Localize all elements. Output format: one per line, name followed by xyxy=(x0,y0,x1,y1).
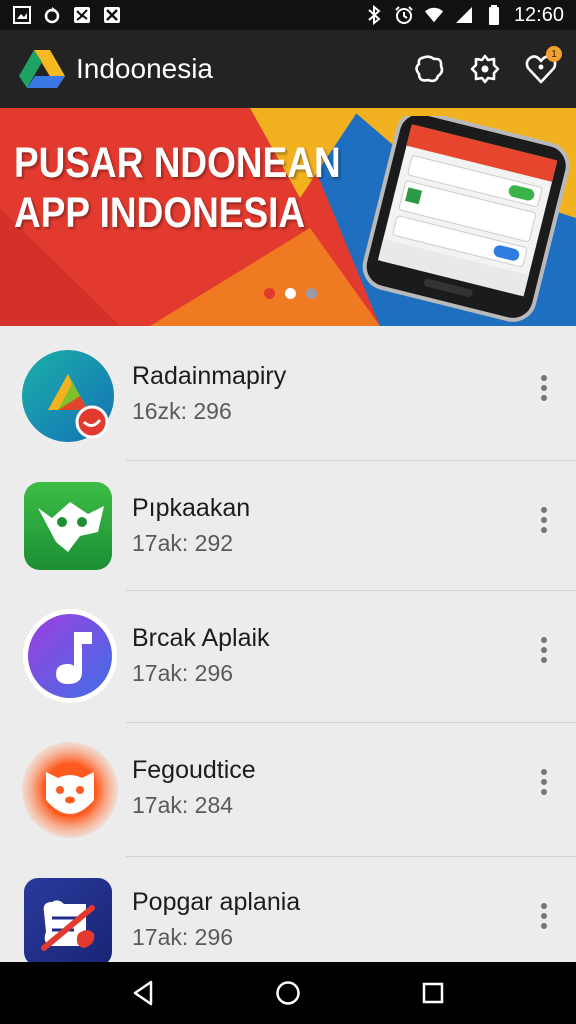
signal-icon xyxy=(454,5,474,25)
list-item[interactable]: Fegoudtice 17ak: 284 xyxy=(0,722,576,854)
carousel-dot-1[interactable] xyxy=(264,288,275,299)
overflow-menu-icon[interactable] xyxy=(532,368,556,408)
system-icons: 12:60 xyxy=(364,4,564,27)
app-meta: 17ak: 296 xyxy=(132,924,234,950)
status-bar: 12:60 xyxy=(0,0,576,30)
app-list: Radainmapiry 16zk: 296 Pıpkaakan 17ak: 2… xyxy=(0,326,576,962)
status-time: 12:60 xyxy=(513,3,564,26)
app-meta: 16zk: 296 xyxy=(132,398,232,424)
favorites-icon[interactable]: 1 xyxy=(524,46,562,86)
phone-illustration xyxy=(362,116,570,322)
photo-notification-icon xyxy=(102,5,122,25)
alarm-icon xyxy=(394,5,414,25)
overflow-menu-icon[interactable] xyxy=(532,630,556,670)
image-notification-icon xyxy=(72,5,92,25)
carousel-dot-2[interactable] xyxy=(285,288,296,299)
notification-icons xyxy=(12,5,122,25)
navigation-bar xyxy=(0,962,576,1024)
app-bar: Indoonesia 1 xyxy=(0,30,576,108)
bluetooth-icon xyxy=(364,5,384,25)
carousel-dot-3[interactable] xyxy=(306,288,317,299)
orange-cat-app-icon xyxy=(22,742,118,838)
app-name: Fegoudtice xyxy=(132,756,256,784)
app-title: Indoonesia xyxy=(76,53,214,84)
app-meta: 17ak: 284 xyxy=(132,792,234,818)
carousel-indicator[interactable] xyxy=(264,288,317,299)
banner-line-1: PUSAR NDONEAN xyxy=(14,139,341,187)
list-item[interactable]: Popgar aplania 17ak: 296 xyxy=(0,856,576,962)
overflow-menu-icon[interactable] xyxy=(532,500,556,540)
app-meta: 17ak: 296 xyxy=(132,660,234,686)
battery-icon xyxy=(484,5,504,25)
promo-banner[interactable]: PUSAR NDONEAN APP INDONESIA xyxy=(0,108,576,326)
triangle-logo-icon xyxy=(18,48,66,90)
list-item[interactable]: Brcak Aplaik 17ak: 296 xyxy=(0,590,576,722)
favorites-badge: 1 xyxy=(546,46,562,62)
app-name: Radainmapiry xyxy=(132,362,287,390)
list-item[interactable]: Pıpkaakan 17ak: 292 xyxy=(0,460,576,592)
overflow-menu-icon[interactable] xyxy=(532,896,556,936)
settings-icon[interactable] xyxy=(468,52,502,86)
list-item[interactable]: Radainmapiry 16zk: 296 xyxy=(0,326,576,458)
green-face-app-icon xyxy=(22,480,114,572)
banner-line-2: APP INDONESIA xyxy=(14,189,306,237)
app-name: Brcak Aplaik xyxy=(132,624,270,652)
music-note-app-icon xyxy=(22,608,117,703)
wifi-icon xyxy=(424,5,444,25)
app-meta: 17ak: 292 xyxy=(132,530,234,556)
overflow-menu-icon[interactable] xyxy=(532,762,556,802)
sync-notification-icon xyxy=(42,5,62,25)
app-name: Pıpkaakan xyxy=(132,494,251,522)
recents-icon[interactable] xyxy=(413,973,453,1013)
banner-headline: PUSAR NDONEAN APP INDONESIA xyxy=(14,138,341,238)
green-triangle-app-icon xyxy=(22,350,114,442)
back-icon[interactable] xyxy=(123,973,163,1013)
app-name: Popgar aplania xyxy=(132,888,301,916)
blue-cancel-app-icon xyxy=(22,876,114,962)
home-icon[interactable] xyxy=(268,973,308,1013)
gallery-notification-icon xyxy=(12,5,32,25)
chat-icon[interactable] xyxy=(412,52,446,86)
